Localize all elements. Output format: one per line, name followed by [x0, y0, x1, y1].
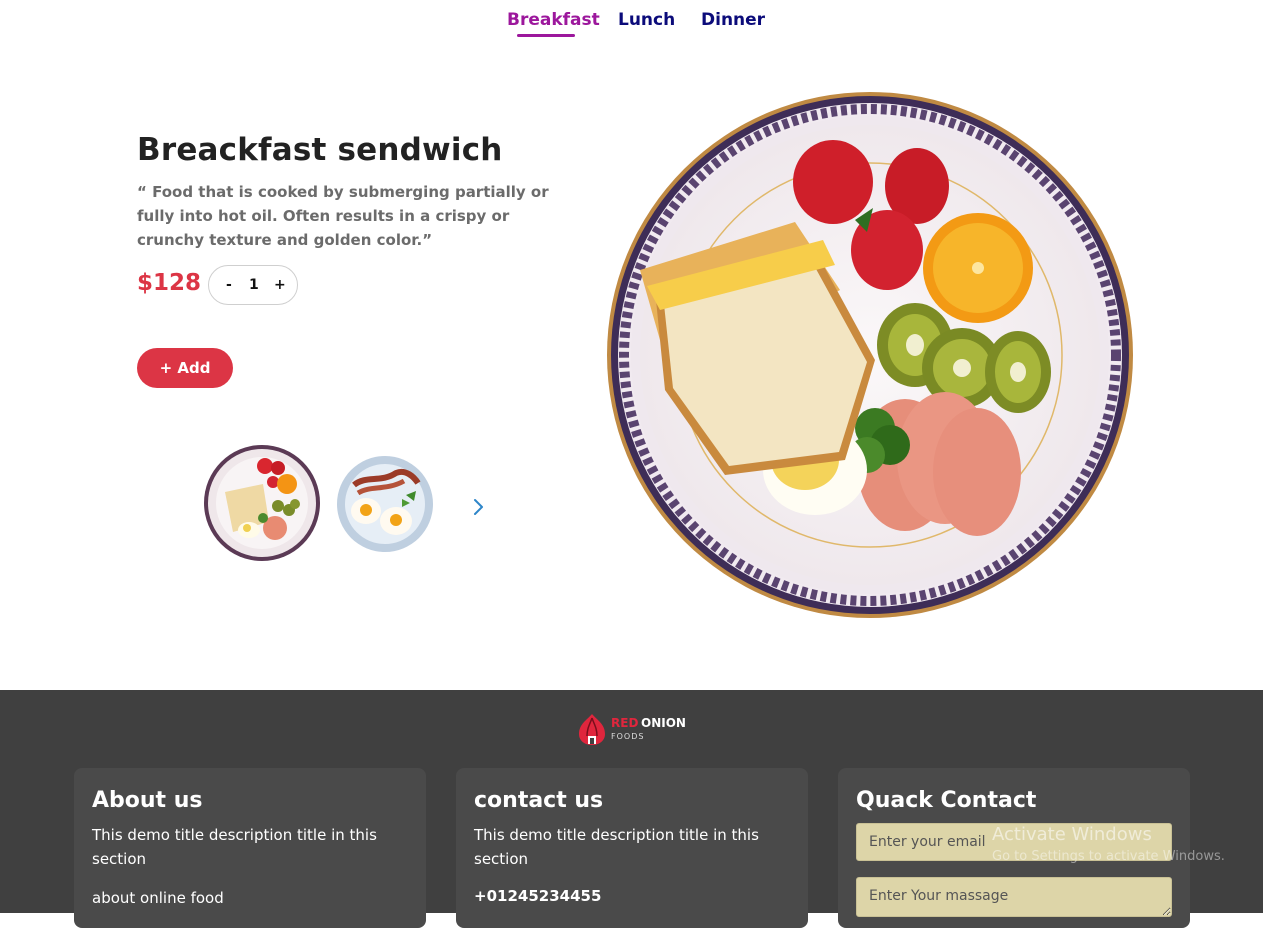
product-description: “ Food that is cooked by submerging part… [137, 183, 549, 249]
contact-us-heading: contact us [474, 788, 604, 813]
add-to-cart-button[interactable]: + Add [137, 348, 233, 388]
thumbnail-eggs-bacon[interactable] [336, 455, 434, 553]
tab-dinner[interactable]: Dinner [701, 10, 765, 30]
contact-phone-number: +01245234455 [474, 887, 602, 905]
increase-quantity-button[interactable]: + [274, 277, 286, 293]
quantity-stepper: - 1 + [208, 265, 298, 305]
breakfast-plate-thumbnail-image [204, 445, 320, 561]
thumbnail-breakfast-plate[interactable] [203, 444, 321, 562]
tab-breakfast[interactable]: Breakfast [507, 10, 600, 30]
email-field[interactable] [856, 823, 1172, 861]
quantity-value: 1 [249, 277, 259, 293]
logo-text-red: RED [611, 716, 639, 730]
quick-contact-card: Quack Contact [838, 768, 1190, 928]
active-tab-underline [517, 34, 575, 37]
logo-text-foods: FOODS [611, 732, 645, 741]
about-online-food-link[interactable]: about online food [92, 889, 224, 907]
contact-us-description: This demo title description title in thi… [474, 826, 759, 868]
eggs-bacon-thumbnail-image [337, 456, 433, 552]
about-us-card: About us This demo title description tit… [74, 768, 426, 928]
contact-us-card: contact us This demo title description t… [456, 768, 808, 928]
onion-logo-icon [579, 714, 605, 745]
meal-tabs: Breakfast Lunch Dinner [0, 0, 1263, 60]
message-field[interactable] [856, 877, 1172, 917]
about-us-heading: About us [92, 788, 203, 813]
red-onion-logo[interactable]: RED ONION FOODS [577, 712, 697, 746]
product-title: Breackfast sendwich [137, 132, 503, 168]
about-us-description: This demo title description title in thi… [92, 826, 377, 868]
decrease-quantity-button[interactable]: - [226, 277, 232, 293]
chevron-right-icon[interactable] [468, 494, 488, 520]
product-hero-image [605, 90, 1135, 620]
tab-lunch[interactable]: Lunch [618, 10, 675, 30]
logo-text-onion: ONION [641, 716, 686, 730]
quick-contact-heading: Quack Contact [856, 788, 1037, 813]
product-price: $128 [137, 270, 202, 296]
